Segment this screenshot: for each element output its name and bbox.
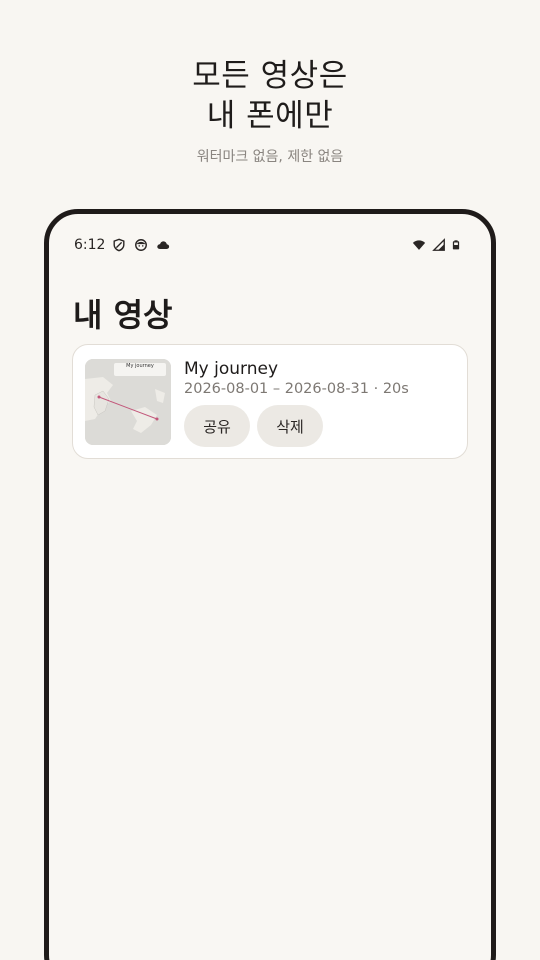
delete-button[interactable]: 삭제 — [257, 405, 323, 447]
battery-icon — [452, 240, 460, 250]
share-button[interactable]: 공유 — [184, 405, 250, 447]
cellular-signal-icon — [432, 238, 445, 251]
hero-title-line-2: 내 폰에만 — [206, 98, 334, 134]
face-notification-icon — [135, 239, 147, 251]
hero-title-line-1: 모든 영상은 — [192, 58, 348, 94]
thumbnail-label: My journey — [114, 363, 166, 376]
video-thumbnail[interactable]: My journey — [85, 359, 171, 445]
status-icons-left — [111, 238, 171, 252]
video-title: My journey — [184, 359, 279, 379]
vpn-shield-icon — [113, 238, 125, 252]
hero-subtitle: 워터마크 없음, 제한 없음 — [196, 149, 344, 165]
wifi-icon — [412, 240, 426, 250]
screen-title: 내 영상 — [73, 296, 173, 334]
video-meta: 2026-08-01 – 2026-08-31 · 20s — [184, 381, 409, 397]
status-bar: 6:12 — [49, 214, 491, 270]
cloud-icon — [157, 241, 170, 249]
video-card[interactable]: My journey My journey 2026-08-01 – 2026-… — [72, 344, 468, 459]
phone-frame: 6:12 내 영상 My journey My journey 2026-08-… — [44, 209, 496, 960]
status-time: 6:12 — [74, 237, 106, 253]
hero-title: 모든 영상은 내 폰에만 — [0, 56, 540, 136]
status-icons-right — [411, 238, 461, 252]
promo-page: 모든 영상은 내 폰에만 워터마크 없음, 제한 없음 6:12 내 영상 My… — [0, 0, 540, 960]
